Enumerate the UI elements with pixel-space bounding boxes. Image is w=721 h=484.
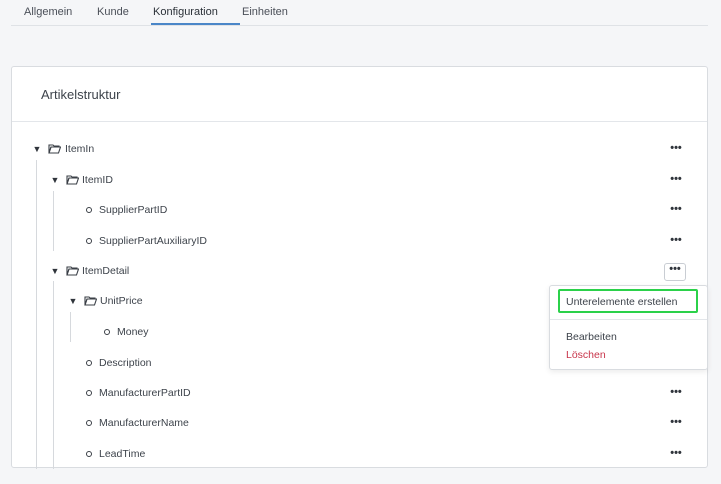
more-actions-button[interactable]: •••: [666, 143, 686, 159]
more-actions-button[interactable]: •••: [666, 417, 686, 433]
more-actions-button-active[interactable]: •••: [664, 263, 686, 281]
folder-open-icon: [66, 266, 79, 276]
node-label: ManufacturerPartID: [99, 387, 191, 399]
node-label: UnitPrice: [100, 295, 143, 307]
more-actions-button[interactable]: •••: [666, 235, 686, 251]
menu-item-edit[interactable]: Bearbeiten: [566, 331, 617, 343]
folder-open-icon: [84, 296, 97, 306]
menu-item-delete[interactable]: Löschen: [566, 349, 606, 361]
node-label: ItemID: [82, 174, 113, 186]
tree-leaf-leadtime[interactable]: LeadTime •••: [12, 445, 707, 465]
card-title: Artikelstruktur: [41, 87, 121, 102]
more-actions-button[interactable]: •••: [666, 174, 686, 190]
leaf-dot-icon: [86, 360, 92, 366]
node-label: ManufacturerName: [99, 417, 189, 429]
card-divider: [12, 121, 707, 122]
node-label: LeadTime: [99, 448, 146, 460]
leaf-dot-icon: [104, 329, 110, 335]
folder-open-icon: [66, 175, 79, 185]
chevron-down-icon[interactable]: ▼: [49, 174, 61, 186]
chevron-down-icon[interactable]: ▼: [67, 295, 79, 307]
tab-einheiten[interactable]: Einheiten: [242, 6, 288, 18]
tree-node-itemid[interactable]: ▼ ItemID •••: [12, 171, 707, 191]
more-actions-button[interactable]: •••: [666, 204, 686, 220]
more-actions-button[interactable]: •••: [666, 387, 686, 403]
node-label: Money: [117, 326, 149, 338]
node-label: ItemIn: [65, 143, 95, 155]
node-label: SupplierPartAuxiliaryID: [99, 235, 207, 247]
leaf-dot-icon: [86, 420, 92, 426]
tab-bar: Allgemein Kunde Konfiguration Einheiten: [11, 0, 708, 26]
tab-allgemein[interactable]: Allgemein: [24, 6, 72, 18]
menu-item-create-children[interactable]: Unterelemente erstellen: [566, 296, 677, 308]
tab-konfiguration[interactable]: Konfiguration: [153, 6, 218, 18]
leaf-dot-icon: [86, 451, 92, 457]
tree-leaf-manufacturername[interactable]: ManufacturerName •••: [12, 414, 707, 434]
tree-leaf-supplierpartid[interactable]: SupplierPartID •••: [12, 201, 707, 221]
tree-leaf-manufacturerpartid[interactable]: ManufacturerPartID •••: [12, 384, 707, 404]
tree-leaf-supplierpartauxiliaryid[interactable]: SupplierPartAuxiliaryID •••: [12, 232, 707, 252]
chevron-down-icon[interactable]: ▼: [49, 265, 61, 277]
node-label: ItemDetail: [82, 265, 130, 277]
more-actions-button[interactable]: •••: [666, 448, 686, 464]
structure-card: Artikelstruktur ▼ ItemIn ••• ▼ ItemID ••…: [11, 66, 708, 469]
leaf-dot-icon: [86, 207, 92, 213]
node-label: Description: [99, 357, 152, 369]
context-menu: Unterelemente erstellen Bearbeiten Lösch…: [549, 285, 708, 370]
tab-kunde[interactable]: Kunde: [97, 6, 129, 18]
tree-node-itemin[interactable]: ▼ ItemIn •••: [12, 140, 707, 160]
chevron-down-icon[interactable]: ▼: [31, 143, 43, 155]
tree-node-itemdetail[interactable]: ▼ ItemDetail •••: [12, 262, 707, 282]
leaf-dot-icon: [86, 390, 92, 396]
folder-open-icon: [48, 144, 61, 154]
node-label: SupplierPartID: [99, 204, 168, 216]
active-tab-indicator: [151, 23, 240, 25]
leaf-dot-icon: [86, 238, 92, 244]
menu-divider: [550, 319, 707, 320]
